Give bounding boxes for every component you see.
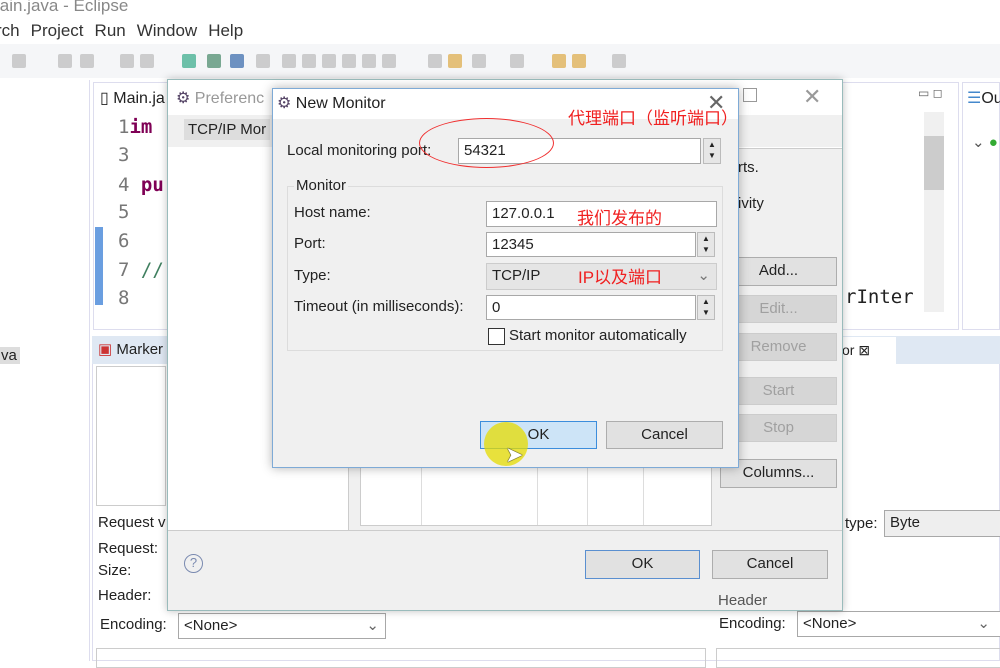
request-content[interactable] [96, 648, 706, 668]
preferences-close-icon[interactable]: ✕ [803, 84, 821, 110]
outline-tab[interactable]: ☰Ou [967, 88, 1000, 108]
menu-help[interactable]: Help [208, 21, 243, 41]
editor-scrollbar[interactable] [924, 112, 944, 312]
timeout-input[interactable]: 0 [486, 295, 696, 320]
response-content[interactable] [716, 648, 1000, 668]
code-line: 6 [118, 230, 130, 252]
auto-start-checkbox[interactable] [488, 328, 505, 345]
menu-run[interactable]: Run [95, 21, 126, 41]
port-spinner[interactable]: ▲ ▼ [697, 232, 715, 257]
encoding-select-right[interactable]: <None> ⌄ [797, 611, 1000, 637]
preferences-ok-button[interactable]: OK [585, 550, 700, 579]
preferences-title: ⚙ Preferenc [176, 90, 265, 107]
editor-tab-label: Main.ja [113, 90, 165, 107]
minimize-maximize-icon[interactable]: ▭ ◻ [918, 86, 943, 100]
new-monitor-cancel-button[interactable]: Cancel [606, 421, 723, 449]
request-label: Request v [98, 514, 166, 531]
port-label: Port: [294, 235, 326, 252]
eclipse-icon: ⚙ [277, 95, 292, 112]
timeout-spinner[interactable]: ▲ ▼ [697, 295, 715, 320]
annotation-proxy-port: 代理端口（监听端口） [568, 109, 738, 128]
outline-panel [962, 82, 1000, 330]
tree-item-tcpip-monitor[interactable]: TCP/IP Mor [184, 119, 271, 140]
code-line: 8 [118, 287, 130, 309]
code-fragment: rInter [845, 286, 914, 308]
encoding-label-right: Encoding: [719, 615, 786, 632]
menu-search[interactable]: rch [0, 21, 20, 41]
package-explorer [0, 80, 90, 661]
request-field-label: Request: [98, 540, 159, 557]
explorer-item[interactable]: va [0, 347, 20, 364]
encoding-label: Encoding: [100, 616, 167, 633]
menu-bar: rch Project Run Window Help [0, 21, 243, 41]
preferences-text: ivity [738, 195, 764, 212]
port-input[interactable]: 12345 [486, 232, 696, 257]
code-line: 5 [118, 201, 130, 223]
local-port-label: Local monitoring port: [287, 142, 432, 159]
markers-tab[interactable]: ▣ Marker [98, 340, 163, 358]
auto-start-label: Start monitor automatically [509, 327, 687, 344]
type-select[interactable]: Byte [884, 510, 1000, 537]
host-label: Host name: [294, 204, 371, 221]
annotation-published: 我们发布的 [577, 209, 662, 228]
header-label-right: Header [718, 592, 768, 609]
code-line: 7 // [118, 259, 164, 281]
menu-project[interactable]: Project [31, 21, 84, 41]
type-label: type: [845, 515, 878, 532]
annotation-ip-port: IP以及端口 [578, 268, 663, 287]
size-label: Size: [98, 562, 132, 579]
expand-icon[interactable]: ⌄ ● [972, 133, 998, 151]
window-title: lain.java - Eclipse [0, 0, 129, 15]
type-label: Type: [294, 267, 331, 284]
code-line: 3 [118, 144, 130, 166]
annotation-ellipse [419, 118, 554, 168]
preferences-cancel-button[interactable]: Cancel [712, 550, 828, 579]
preferences-text: rts. [738, 159, 759, 176]
editor-tab[interactable]: ▯ Main.ja [100, 88, 165, 108]
maximize-icon[interactable] [743, 88, 757, 102]
code-line: 4 pu [118, 174, 164, 196]
tcpip-monitor-tab[interactable]: or ⊠ [836, 337, 896, 364]
local-port-spinner[interactable]: ▲ ▼ [703, 138, 721, 164]
mouse-pointer-icon: ➤ [505, 442, 524, 467]
code-line: 1im [118, 116, 153, 138]
change-ruler [95, 227, 103, 305]
new-monitor-title: ⚙ New Monitor [277, 95, 386, 112]
help-icon[interactable]: ? [184, 554, 203, 573]
timeout-label: Timeout (in milliseconds): [294, 298, 464, 315]
chevron-down-icon: ⌄ [697, 267, 710, 284]
monitors-table[interactable] [360, 460, 712, 526]
menu-window[interactable]: Window [137, 21, 197, 41]
header-label: Header: [98, 587, 152, 604]
request-tree [96, 366, 166, 506]
monitor-group-label: Monitor [294, 177, 349, 194]
encoding-select[interactable]: <None> ⌄ [178, 613, 386, 639]
